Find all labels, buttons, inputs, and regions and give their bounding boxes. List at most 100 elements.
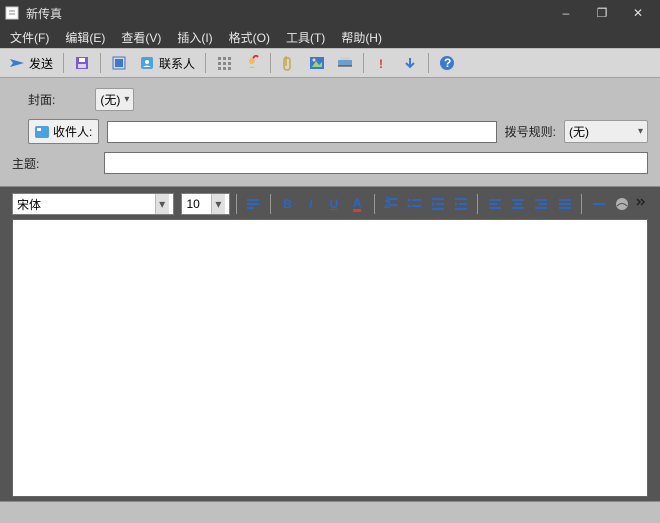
separator: [363, 53, 364, 73]
grid-icon: [216, 55, 232, 71]
paragraph-icon: [245, 196, 261, 212]
scan-icon: [337, 55, 353, 71]
separator: [581, 194, 582, 214]
separator: [205, 53, 206, 73]
arrow-down-icon: [402, 55, 418, 71]
menu-view[interactable]: 查看(V): [115, 27, 167, 48]
priority-low-button[interactable]: [397, 51, 423, 75]
subject-row: 主题:: [12, 152, 648, 174]
separator: [63, 53, 64, 73]
outdent-icon: [430, 196, 446, 212]
hr-button[interactable]: [588, 193, 609, 215]
align-right-icon: [533, 196, 549, 212]
dropdown-arrow-icon: ▾: [211, 194, 225, 214]
list-bullet-button[interactable]: [404, 193, 425, 215]
bold-button[interactable]: B: [277, 193, 298, 215]
align-justify-icon: [557, 196, 573, 212]
recipients-input[interactable]: [107, 121, 496, 143]
contacts-button[interactable]: 联系人: [134, 51, 200, 76]
link-icon: [614, 196, 630, 212]
minimize-button[interactable]: –: [548, 0, 584, 26]
underline-button[interactable]: U: [323, 193, 344, 215]
align-right-button[interactable]: [531, 193, 552, 215]
fontsize-select[interactable]: 10 ▾: [181, 193, 229, 215]
recipients-label: 收件人:: [53, 123, 92, 140]
help-button[interactable]: ?: [434, 51, 460, 75]
align-justify-button[interactable]: [554, 193, 575, 215]
menu-file[interactable]: 文件(F): [4, 27, 55, 48]
priority-button[interactable]: !: [369, 51, 395, 75]
send-label: 发送: [29, 55, 53, 72]
separator: [374, 194, 375, 214]
check-button[interactable]: [239, 51, 265, 75]
help-icon: ?: [439, 55, 455, 71]
separator: [477, 194, 478, 214]
menu-edit[interactable]: 编辑(E): [59, 27, 111, 48]
priority-icon: !: [374, 55, 390, 71]
dropdown-arrow-icon: ▾: [155, 194, 169, 214]
menu-format[interactable]: 格式(O): [223, 27, 276, 48]
dialrule-label: 拨号规则:: [505, 123, 556, 140]
picture-icon: [309, 55, 325, 71]
cover-value: (无): [100, 91, 120, 108]
menu-insert[interactable]: 插入(I): [171, 27, 218, 48]
close-button[interactable]: ✕: [620, 0, 656, 26]
toolbar-overflow[interactable]: [635, 193, 648, 215]
subject-input[interactable]: [104, 152, 648, 174]
window-title: 新传真: [26, 5, 548, 22]
svg-text:?: ?: [444, 56, 451, 70]
contacts-label: 联系人: [159, 55, 195, 72]
menu-help[interactable]: 帮助(H): [335, 27, 388, 48]
align-center-icon: [510, 196, 526, 212]
fontsize: 10: [186, 197, 199, 211]
main-toolbar: 发送 联系人 ! ?: [0, 48, 660, 78]
send-button[interactable]: 发送: [4, 51, 58, 76]
attach-icon: [281, 55, 297, 71]
font-select[interactable]: 宋体 ▾: [12, 193, 174, 215]
list-number-icon: 12: [383, 196, 399, 212]
contacts-icon: [139, 55, 155, 71]
cover-label: 封面:: [28, 91, 55, 108]
italic-button[interactable]: I: [300, 193, 321, 215]
separator: [100, 53, 101, 73]
grid-button[interactable]: [211, 51, 237, 75]
hr-icon: [591, 196, 607, 212]
align-left-icon: [487, 196, 503, 212]
addressbook-icon: [35, 126, 49, 138]
preview-icon: [111, 55, 127, 71]
svg-text:!: !: [379, 57, 383, 71]
app-icon: [4, 5, 20, 21]
chevrons-right-icon: [636, 196, 646, 212]
list-number-button[interactable]: 12: [381, 193, 402, 215]
attach-button[interactable]: [276, 51, 302, 75]
fontcolor-a: A: [353, 197, 362, 212]
send-icon: [9, 55, 25, 71]
fontcolor-button[interactable]: A: [347, 193, 368, 215]
recipients-button[interactable]: 收件人:: [28, 119, 99, 144]
align-center-button[interactable]: [508, 193, 529, 215]
paragraph-button[interactable]: [243, 193, 264, 215]
preview-button[interactable]: [106, 51, 132, 75]
scan-button[interactable]: [332, 51, 358, 75]
restore-button[interactable]: ❐: [584, 0, 620, 26]
header-form: 封面: (无) ▾ 收件人: 拨号规则: (无) ▾ 主题:: [0, 78, 660, 186]
dialrule-select[interactable]: (无) ▾: [564, 120, 648, 143]
align-left-button[interactable]: [484, 193, 505, 215]
cover-row: 封面: (无) ▾: [12, 88, 648, 111]
indent-icon: [453, 196, 469, 212]
menu-tools[interactable]: 工具(T): [280, 27, 331, 48]
cover-select[interactable]: (无) ▾: [95, 88, 134, 111]
indent-button[interactable]: [450, 193, 471, 215]
editor-body[interactable]: [12, 219, 648, 497]
dialrule-value: (无): [569, 123, 589, 140]
link-button[interactable]: [611, 193, 632, 215]
format-toolbar: 宋体 ▾ 10 ▾ B I U A 12: [12, 193, 648, 215]
outdent-button[interactable]: [427, 193, 448, 215]
separator: [270, 53, 271, 73]
check-icon: [244, 55, 260, 71]
save-button[interactable]: [69, 51, 95, 75]
separator: [428, 53, 429, 73]
subject-label: 主题:: [12, 155, 39, 172]
picture-button[interactable]: [304, 51, 330, 75]
recipients-row: 收件人: 拨号规则: (无) ▾: [12, 119, 648, 144]
